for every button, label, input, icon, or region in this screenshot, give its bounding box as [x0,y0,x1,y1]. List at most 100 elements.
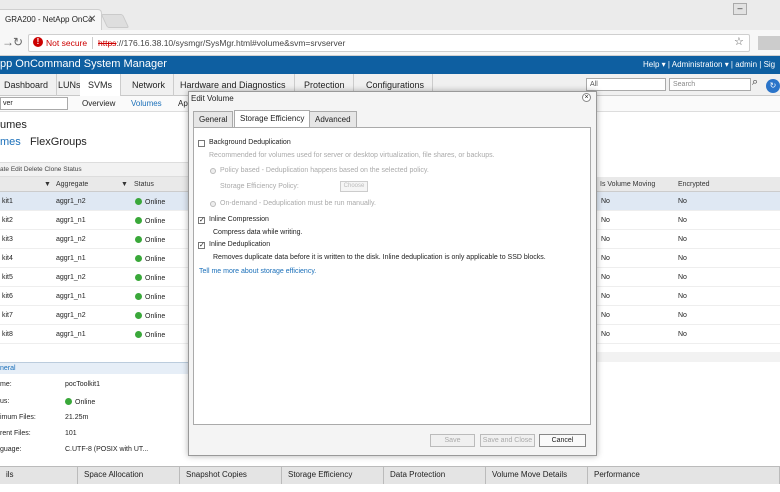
minimize-icon[interactable]: – [733,3,747,15]
encrypted-cell: No [678,312,687,319]
detail-value: Online [65,398,95,406]
volume-name: kit4 [2,255,13,262]
not-secure-label[interactable]: Not secure [46,38,87,48]
bookmark-star-icon[interactable]: ☆ [734,35,744,48]
reload-icon[interactable]: ↻ [13,35,23,49]
nav-svms[interactable]: SVMs [80,74,122,96]
nav-network[interactable]: Network [124,74,175,96]
refresh-icon[interactable]: ↻ [766,79,780,93]
online-status-icon [65,398,72,405]
save-and-close-button[interactable]: Save and Close [480,434,535,447]
tab-advanced[interactable]: Advanced [309,111,357,127]
volume-name: kit1 [2,198,13,205]
volume-toolbar[interactable]: ate Edit Delete Clone Status [0,162,190,177]
table-row[interactable]: kit1 aggr1_n2 Online [0,192,190,211]
on-demand-radio[interactable] [210,201,216,207]
aggregate-cell: aggr1_n1 [56,255,86,262]
volume-name: kit6 [2,293,13,300]
dialog-title: Edit Volume [191,94,234,103]
encrypted-cell: No [678,217,687,224]
column-encrypted[interactable]: Encrypted [678,181,710,188]
save-button[interactable]: Save [430,434,475,447]
aggregate-cell: aggr1_n2 [56,236,86,243]
subnav-ap[interactable]: Ap [178,99,188,108]
sign-out-link[interactable]: Sig [764,60,776,69]
tab-performance[interactable]: Performance [588,466,780,484]
browser-tab[interactable]: GRA200 - NetApp OnCo [0,9,102,30]
tab-space-allocation[interactable]: Space Allocation [78,466,180,484]
volume-name: kit7 [2,312,13,319]
tab-snapshot-copies[interactable]: Snapshot Copies [180,466,282,484]
column-is-volume-moving[interactable]: Is Volume Moving [600,181,655,188]
aggregate-cell: aggr1_n1 [56,331,86,338]
online-status-icon [135,293,142,300]
choose-policy-button[interactable]: Choose [340,181,368,192]
warning-icon[interactable]: ! [33,37,43,47]
url-text[interactable]: https://176.16.38.10/sysmgr/SysMgr.html#… [98,38,345,48]
subnav-volumes[interactable]: Volumes [131,99,162,108]
table-row[interactable]: kit2 aggr1_n1 Online [0,211,190,230]
inline-dedup-checkbox[interactable]: ✓ [198,242,205,249]
search-input[interactable]: Search [669,78,751,91]
table-row[interactable]: No No [596,230,780,249]
close-icon[interactable]: ✕ [88,14,96,25]
online-status-icon [135,217,142,224]
header-links: Help ▾ | Administration ▾ | admin | Sig [643,60,776,69]
volume-moving-cell: No [601,198,610,205]
policy-based-radio[interactable] [210,168,216,174]
tab-volumes[interactable]: mes [0,136,21,148]
encrypted-cell: No [678,236,687,243]
inline-compression-checkbox[interactable]: ✓ [198,217,205,224]
url-path: ://176.16.38.10/sysmgr/SysMgr.html#volum… [116,38,346,48]
administration-link[interactable]: Administration [672,60,723,69]
column-status[interactable]: Status [134,181,154,188]
search-icon[interactable]: ⌕ [752,76,758,89]
tab-data-protection[interactable]: Data Protection [384,466,486,484]
status-text: Online [145,199,166,206]
table-row[interactable]: No No [596,192,780,211]
status-cell: Online [135,236,165,244]
tab-flexgroups[interactable]: FlexGroups [30,136,87,148]
status-text: Online [145,218,166,225]
detail-value: pocToolkit1 [65,381,101,388]
cancel-button[interactable]: Cancel [539,434,586,447]
filter-select[interactable]: All [586,78,666,91]
table-row[interactable]: kit7 aggr1_n2 Online [0,306,190,325]
inline-dedup-desc: Removes duplicate data before it is writ… [213,254,546,261]
table-row[interactable]: kit5 aggr1_n2 Online [0,268,190,287]
filter-icon[interactable]: ▼ [44,181,51,188]
table-row[interactable]: No No [596,325,780,344]
table-row[interactable]: No No [596,306,780,325]
background-dedup-checkbox[interactable] [198,140,205,147]
help-link[interactable]: Help [643,60,659,69]
close-icon[interactable]: × [582,93,591,102]
tab-general[interactable]: General [193,111,234,127]
subnav-overview[interactable]: Overview [82,99,115,108]
volume-moving-cell: No [601,293,610,300]
background-dedup-label: Background Deduplication [209,139,291,146]
table-row[interactable]: kit4 aggr1_n1 Online [0,249,190,268]
nav-dashboard[interactable]: Dashboard [0,74,58,96]
status-text: Online [145,332,166,339]
table-row[interactable]: kit3 aggr1_n2 Online [0,230,190,249]
status-text: Online [145,313,166,320]
encrypted-cell: No [678,331,687,338]
svm-select[interactable]: ver [0,97,68,110]
filter-icon[interactable]: ▼ [121,181,128,188]
browser-menu-button[interactable] [758,36,780,50]
tab-details[interactable]: ils [0,466,78,484]
table-row[interactable]: kit8 aggr1_n1 Online [0,325,190,344]
user-link[interactable]: admin [735,60,757,69]
column-aggregate[interactable]: Aggregate [56,181,88,188]
table-row[interactable]: No No [596,249,780,268]
table-row[interactable]: No No [596,268,780,287]
tab-storage-efficiency-dialog[interactable]: Storage Efficiency [234,110,311,127]
online-status-icon [135,236,142,243]
browser-tab-title: GRA200 - NetApp OnCo [5,15,93,24]
table-row[interactable]: No No [596,287,780,306]
table-row[interactable]: kit6 aggr1_n1 Online [0,287,190,306]
tab-volume-move-details[interactable]: Volume Move Details [486,466,588,484]
table-row[interactable]: No No [596,211,780,230]
tab-storage-efficiency[interactable]: Storage Efficiency [282,466,384,484]
learn-more-link[interactable]: Tell me more about storage efficiency. [199,268,316,275]
